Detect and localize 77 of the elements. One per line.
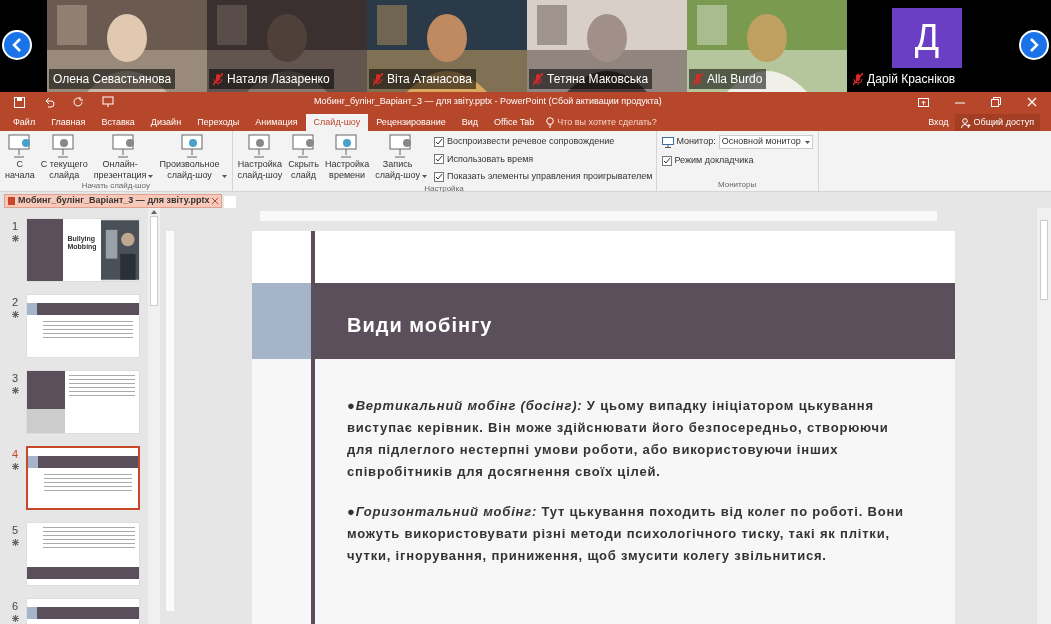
star-icon (11, 386, 19, 394)
ribbon-button[interactable]: Произвольное слайд-шоу (157, 133, 229, 181)
previous-button[interactable] (2, 30, 32, 60)
checkbox[interactable] (433, 171, 444, 182)
ribbon-button[interactable]: Запись слайд-шоу (373, 133, 429, 181)
star-icon (11, 462, 19, 470)
ribbon-button[interactable]: Настройка слайд-шоу (235, 133, 285, 181)
ribbon-tab[interactable]: Рецензирование (368, 114, 454, 131)
avatar: Д (892, 8, 962, 68)
monitor-dropdown[interactable]: Основной монитор (718, 135, 813, 149)
checkbox-label: Показать элементы управления проигрывателем (446, 170, 653, 183)
next-button[interactable] (1019, 30, 1049, 60)
scroll-up-icon[interactable] (151, 210, 157, 214)
monitor-label: Монитор: (676, 135, 716, 149)
tell-me-field[interactable]: Что вы хотите сделать? (557, 115, 708, 130)
ribbon-tab[interactable]: Файл (5, 114, 44, 131)
checkbox[interactable] (433, 136, 444, 147)
ribbon-button[interactable]: Скрыть слайд (286, 133, 321, 181)
ribbon-button[interactable]: С начала (3, 133, 37, 181)
scrollbar-thumb[interactable] (1040, 220, 1048, 300)
slide-number: 3 (11, 371, 19, 386)
close-icon[interactable] (212, 198, 219, 204)
slide-title: Види мобінгу (347, 313, 493, 338)
star-icon (11, 614, 19, 622)
star-icon (11, 234, 19, 242)
participant-name: Alla Burdo (707, 71, 763, 88)
slide-number: 2 (11, 295, 19, 310)
checkbox-label: Использовать время (446, 152, 534, 166)
ribbon-button[interactable]: Настройка времени (322, 133, 372, 181)
restore-icon[interactable] (991, 97, 1001, 107)
ribbon-display-icon[interactable] (918, 97, 929, 107)
sign-in-link[interactable]: Вход (922, 114, 955, 131)
caret-icon (804, 140, 810, 144)
ribbon-tab[interactable]: Дизайн (142, 114, 190, 131)
redo-icon[interactable] (73, 96, 84, 108)
ribbon-tab[interactable]: Слайд-шоу (305, 114, 369, 131)
chevron-left-icon (11, 38, 23, 52)
undo-icon[interactable] (43, 96, 55, 108)
window-title: Мобинг_булінг_Варіант_3 — для звіту.pptx - PowerPoint (Сбой активации продукта) (314, 95, 663, 109)
scrollbar-thumb[interactable] (150, 216, 158, 306)
slide-thumbnail[interactable] (26, 446, 140, 510)
star-icon (11, 310, 19, 318)
chevron-right-icon (1028, 38, 1040, 52)
group-label: Настройка (423, 183, 465, 195)
checkbox-label: Режим докладчика (674, 154, 754, 167)
person-icon (960, 117, 971, 128)
checkbox[interactable] (661, 155, 672, 166)
file-icon (8, 197, 15, 205)
participant-name: Тетяна Маковська (547, 71, 649, 88)
ribbon-tab[interactable]: Вставка (93, 114, 143, 131)
participant-name: Олена Севастьянова (53, 71, 172, 88)
ribbon-tab[interactable]: Переходы (189, 114, 248, 131)
slide-number: 5 (11, 523, 19, 538)
monitor-icon (661, 136, 674, 148)
ribbon-tab[interactable]: Анимация (247, 114, 306, 131)
checkbox-label: Воспроизвести речевое сопровождение (446, 135, 615, 148)
ribbon-tab[interactable]: Office Tab (486, 114, 543, 131)
share-button[interactable]: Общий доступ (954, 114, 1040, 131)
group-label: Начать слайд-шоу (80, 181, 151, 192)
star-icon (11, 538, 19, 546)
slide-number: 4 (11, 447, 19, 462)
ribbon-tab[interactable]: Вид (453, 114, 487, 131)
ribbon-button[interactable]: Онлайн- презентация (91, 133, 156, 181)
slide-paragraph: ●Вертикальний мобінг (босінг): У цьому випадку ініціатором цькування виступає керівник. Він може здійснювати його безпосередньо, створюючи для підлеглого нестерпні умови роботи, або використовуючи інших співробітників для досягнення своїх цілей. (347, 397, 890, 481)
slide-paragraph: ●Горизонтальний мобінг: Тут цькування походить від колег по роботі. Вони можуть використовувати різні методи психологічного тиску, такі як плітки, чутки, ігнорування, приниження, щоб змусити колегу звільнитися. (347, 503, 905, 565)
ribbon-button[interactable]: С текущего слайда (38, 133, 90, 181)
lightbulb-icon (546, 117, 555, 128)
group-label: Мониторы (716, 180, 758, 191)
slideshow-icon[interactable] (102, 96, 114, 108)
participant-name: Віта Атанасова (387, 71, 472, 88)
participant-name: Дарій Красніков (867, 71, 956, 88)
save-icon[interactable] (14, 96, 25, 108)
checkbox[interactable] (433, 154, 444, 165)
ribbon-tab[interactable]: Главная (43, 114, 94, 131)
slide-number: 6 (11, 599, 19, 614)
participant-name: Наталя Лазаренко (227, 71, 330, 88)
slide-number: 1 (11, 219, 19, 234)
